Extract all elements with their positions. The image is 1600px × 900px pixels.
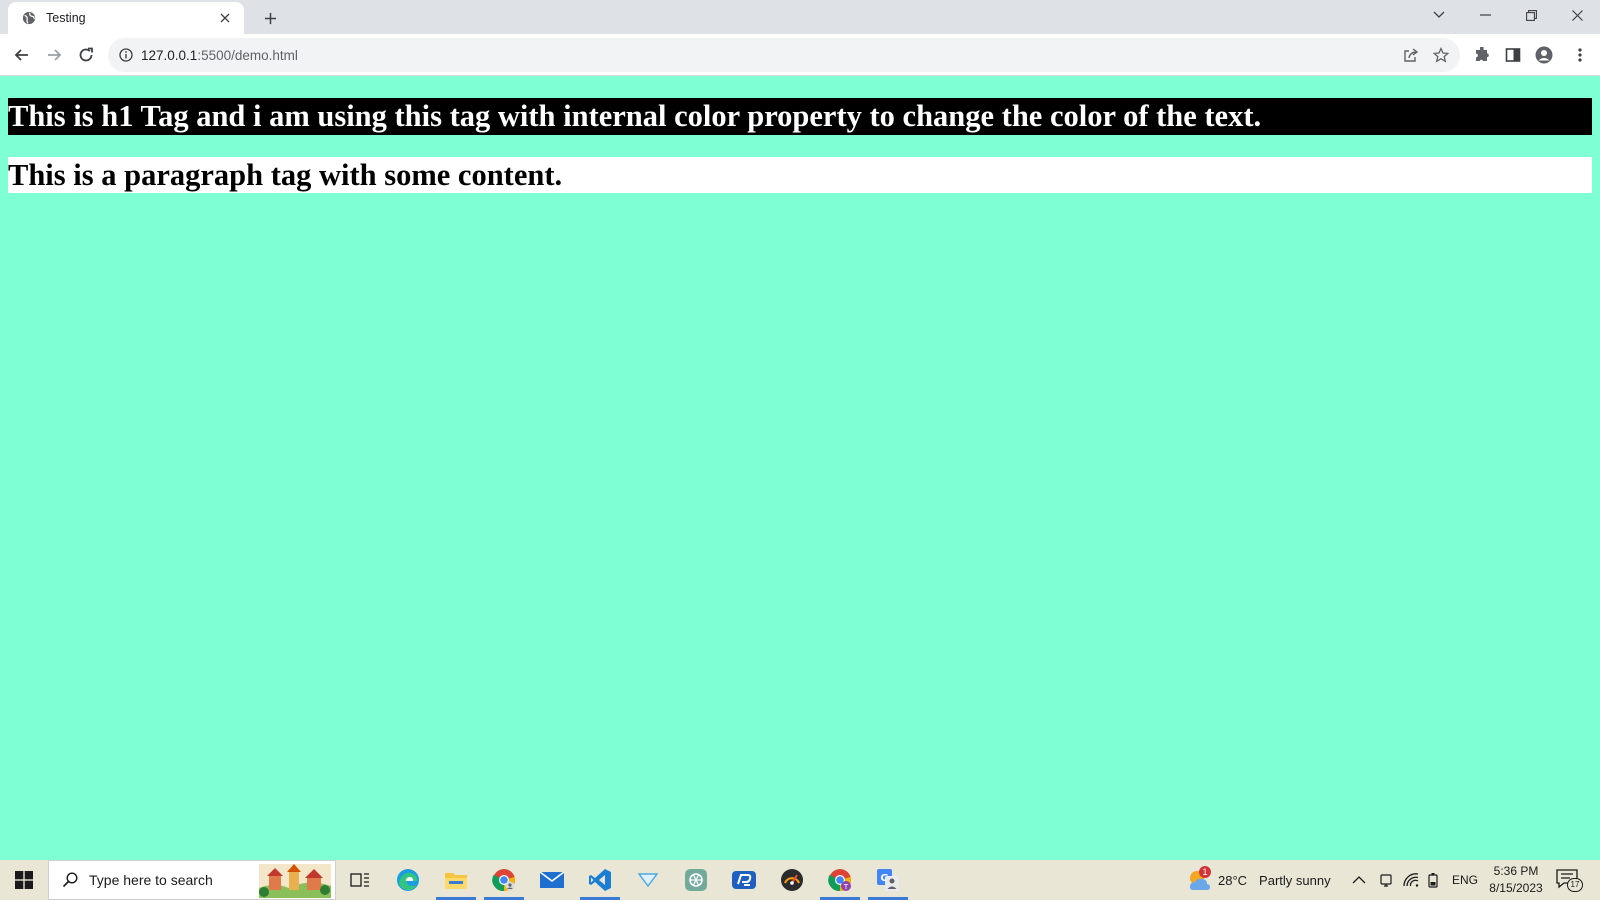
windows-taskbar: Type here to search T G 1 28°C Partly su… [0, 860, 1600, 900]
file-explorer-icon[interactable] [432, 860, 480, 900]
search-placeholder: Type here to search [89, 872, 213, 888]
search-highlight-illustration-icon [259, 864, 331, 898]
mail-icon[interactable] [528, 860, 576, 900]
minimize-icon[interactable] [1462, 0, 1508, 30]
meet-now-icon[interactable] [1379, 860, 1393, 900]
chatgpt-icon[interactable] [672, 860, 720, 900]
vscode-icon[interactable] [576, 860, 624, 900]
browser-toolbar: 127.0.0.1:5500/demo.html [0, 34, 1600, 76]
bookmark-star-icon[interactable] [1432, 46, 1450, 64]
new-tab-button[interactable] [258, 6, 282, 30]
weather-widget[interactable]: 1 28°C Partly sunny [1186, 860, 1331, 900]
search-icon [61, 871, 79, 889]
browser-tab[interactable]: Testing [8, 2, 244, 34]
site-info-icon[interactable] [118, 47, 134, 63]
svg-text:T: T [843, 883, 849, 891]
language-indicator[interactable]: ENG [1452, 860, 1478, 900]
kebab-menu-icon[interactable] [1571, 46, 1589, 64]
forward-icon[interactable] [40, 41, 68, 69]
taskbar-search-box[interactable]: Type here to search [48, 860, 336, 900]
partly-sunny-icon: 1 [1186, 866, 1212, 893]
chrome-icon[interactable] [480, 860, 528, 900]
page-viewport: This is h1 Tag and i am using this tag w… [0, 77, 1600, 860]
tab-search-icon[interactable] [1416, 0, 1462, 30]
extensions-icon[interactable] [1473, 46, 1491, 64]
restore-icon[interactable] [1508, 0, 1554, 30]
share-icon[interactable] [1402, 46, 1420, 64]
wifi-icon[interactable] [1403, 860, 1419, 900]
taskbar-clock[interactable]: 5:36 PM 8/15/2023 [1484, 863, 1548, 897]
reload-icon[interactable] [72, 41, 100, 69]
speedtest-app-icon[interactable] [768, 860, 816, 900]
weather-condition: Partly sunny [1259, 872, 1331, 888]
chevron-up-icon[interactable] [1352, 860, 1366, 900]
filter-app-icon[interactable] [624, 860, 672, 900]
task-view-icon[interactable] [336, 860, 384, 900]
weather-badge: 1 [1199, 866, 1211, 878]
battery-icon[interactable] [1428, 860, 1438, 900]
weather-temperature: 28°C [1218, 872, 1248, 888]
tab-title: Testing [46, 11, 86, 25]
remote-app-icon[interactable] [720, 860, 768, 900]
clock-date: 8/15/2023 [1489, 881, 1543, 895]
close-window-icon[interactable] [1554, 0, 1600, 30]
globe-icon [21, 10, 37, 26]
notification-count-badge: 17 [1567, 878, 1583, 892]
address-bar[interactable]: 127.0.0.1:5500/demo.html [108, 38, 1460, 72]
notification-center-icon[interactable]: 17 [1555, 860, 1583, 900]
page-paragraph: This is a paragraph tag with some conten… [8, 157, 1592, 193]
url-text[interactable]: 127.0.0.1:5500/demo.html [141, 48, 298, 63]
google-translate-icon[interactable]: G [864, 860, 912, 900]
chrome-profile-icon[interactable]: T [816, 860, 864, 900]
edge-browser-icon[interactable] [384, 860, 432, 900]
side-panel-icon[interactable] [1504, 46, 1522, 64]
close-tab-icon[interactable] [216, 9, 234, 27]
back-icon[interactable] [8, 41, 36, 69]
tab-strip: Testing [0, 0, 1600, 34]
url-path: :5500/demo.html [197, 47, 298, 63]
page-heading: This is h1 Tag and i am using this tag w… [8, 98, 1592, 135]
profile-avatar-icon[interactable] [1535, 46, 1553, 64]
windows-start-icon[interactable] [0, 860, 48, 900]
clock-time: 5:36 PM [1493, 864, 1539, 878]
url-host: 127.0.0.1 [141, 47, 198, 63]
